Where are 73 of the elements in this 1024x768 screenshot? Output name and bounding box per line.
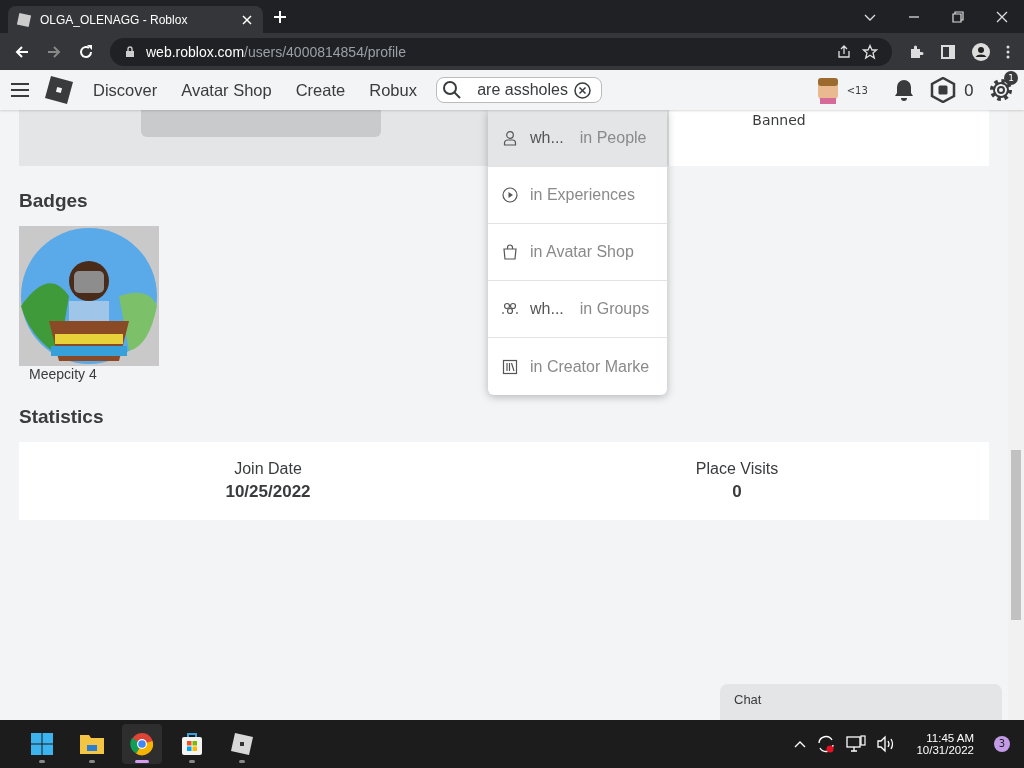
search-option[interactable]: in Creator Marke [488,338,667,395]
chevron-up-icon[interactable] [794,739,807,749]
notification-badge[interactable]: 3 [994,736,1010,752]
search-option[interactable]: in Experiences [488,167,667,224]
search-scope: in Groups [579,300,650,318]
close-icon[interactable] [996,10,1008,23]
stat-value: 10/25/2022 [225,482,311,502]
robux-icon[interactable] [929,77,956,103]
extensions-icon[interactable] [908,43,924,60]
chat-label: Chat [734,692,762,707]
date-text: 10/31/2022 [916,744,974,756]
share-icon[interactable] [836,43,852,60]
age-label: <13 [846,84,868,96]
nav-link[interactable]: Discover [88,80,163,100]
roblox-logo-icon [230,732,254,756]
reload-icon[interactable] [78,43,94,60]
search-option[interactable]: in Avatar Shop [488,224,667,281]
search-icon [441,80,462,100]
clock[interactable]: 11:45 AM 10/31/2022 [916,732,974,756]
star-icon[interactable] [862,43,878,60]
section-title: Badges [19,190,88,212]
search-scope: in Creator Marke [530,357,650,376]
group-icon [502,301,518,317]
badge-name[interactable]: Meepcity 4 [29,366,159,382]
search-query: wh... [530,129,564,147]
notification-badge: 1 [1004,71,1018,85]
play-icon [502,187,518,203]
nav-link[interactable]: Avatar Shop [176,80,277,100]
search-scope: in People [579,129,647,147]
search-option[interactable]: wh... in Groups [488,281,667,338]
search-scope: in Experiences [530,186,635,204]
address-bar[interactable]: web.roblox.com/users/4000814854/profile [110,37,892,66]
clear-icon[interactable] [573,81,591,99]
folder-icon [79,733,105,755]
side-panel-icon[interactable] [940,43,956,60]
search-scope: in Avatar Shop [530,243,634,261]
new-tab-icon[interactable] [273,9,287,24]
restore-icon[interactable] [952,10,964,23]
library-icon [502,358,518,375]
search-bar[interactable]: are assholes [435,77,602,103]
nav-link[interactable]: Create [290,80,351,100]
chrome-icon [130,732,154,756]
tab-title: OLGA_OLENAGG - Roblox [40,12,189,27]
forward-icon[interactable] [46,43,62,60]
status-text: Banned [752,112,806,130]
roblox-logo-icon[interactable] [44,75,74,105]
menu-icon[interactable] [1006,43,1010,60]
time-text: 11:45 AM [926,732,974,744]
nav-link[interactable]: Robux [364,80,422,100]
browser-tab[interactable]: OLGA_OLENAGG - Roblox [8,6,263,33]
url-text: web.roblox.com/users/4000814854/profile [146,43,406,60]
menu-icon[interactable] [10,82,30,98]
profile-icon[interactable] [972,42,990,61]
store-icon [180,732,204,756]
lock-icon [124,45,136,58]
search-option[interactable]: wh... in People [488,110,667,167]
taskbar-app[interactable] [122,724,162,764]
search-input[interactable]: are assholes [467,81,568,99]
roblox-logo-icon [16,12,32,27]
shopping-bag-icon [502,244,518,260]
person-icon [502,130,518,146]
chat-bar[interactable]: Chat [720,684,1002,720]
stat-label: Place Visits [695,460,779,478]
robux-count: 0 [963,80,974,100]
back-icon[interactable] [14,43,30,60]
stat-value: 0 [732,482,742,502]
search-query: wh... [530,300,564,318]
section-title: Statistics [19,406,104,428]
scrollbar[interactable] [1008,110,1024,720]
windows-icon [30,732,54,756]
sync-icon[interactable] [816,734,837,754]
network-icon[interactable] [846,735,867,753]
stat-label: Join Date [234,460,302,478]
